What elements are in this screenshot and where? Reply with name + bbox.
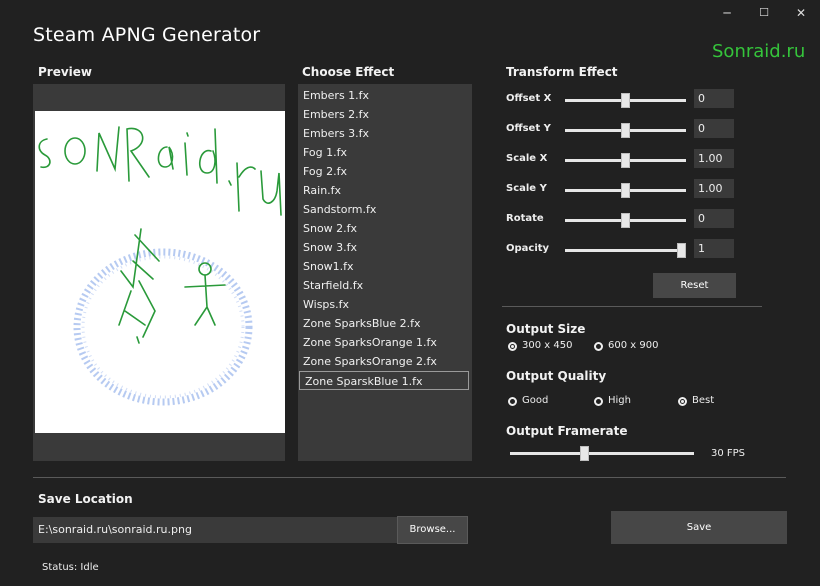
framerate-value: 30 FPS — [711, 448, 746, 459]
effect-list-item[interactable]: Starfield.fx — [298, 276, 468, 295]
transform-label: Offset X — [506, 93, 552, 104]
effect-list-item[interactable]: Rain.fx — [298, 181, 468, 200]
effects-heading: Choose Effect — [302, 65, 395, 79]
transform-value-input[interactable]: 0 — [694, 209, 734, 228]
save-button[interactable]: Save — [611, 511, 787, 544]
transform-slider-thumb[interactable] — [621, 93, 630, 108]
maximize-icon: ☐ — [759, 6, 769, 19]
effect-list-item[interactable]: Embers 3.fx — [298, 124, 468, 143]
output-quality-label[interactable]: Good — [522, 395, 548, 406]
effect-list-item[interactable]: Wisps.fx — [298, 295, 468, 314]
effect-list-item[interactable]: Zone SparksBlue 2.fx — [298, 314, 468, 333]
framerate-slider-track[interactable] — [510, 452, 694, 455]
effect-list-item[interactable]: Embers 1.fx — [298, 86, 468, 105]
output-framerate-heading: Output Framerate — [506, 424, 628, 438]
save-path-field[interactable]: E:\sonraid.ru\sonraid.ru.png — [33, 517, 398, 543]
output-size-label[interactable]: 300 x 450 — [522, 340, 572, 351]
transform-slider-thumb[interactable] — [677, 243, 686, 258]
effect-list-item[interactable]: Zone SparksOrange 1.fx — [298, 333, 468, 352]
effect-list[interactable]: Embers 1.fx Embers 2.fx Embers 3.fx Fog 1.f… — [298, 84, 472, 461]
output-quality-radio[interactable] — [508, 397, 517, 406]
browse-button[interactable]: Browse... — [397, 516, 468, 544]
preview-canvas — [35, 111, 285, 433]
output-quality-label[interactable]: High — [608, 395, 631, 406]
output-quality-heading: Output Quality — [506, 369, 607, 383]
minimize-button[interactable]: ─ — [715, 4, 739, 22]
transform-value-input[interactable]: 1.00 — [694, 179, 734, 198]
transform-value-input[interactable]: 1 — [694, 239, 734, 258]
framerate-slider-thumb[interactable] — [580, 446, 589, 461]
output-size-label[interactable]: 600 x 900 — [608, 340, 658, 351]
status-text: Status: Idle — [42, 562, 99, 573]
effect-list-item[interactable]: Fog 2.fx — [298, 162, 468, 181]
maximize-button[interactable]: ☐ — [752, 4, 776, 22]
output-quality-label[interactable]: Best — [692, 395, 714, 406]
output-size-radio[interactable] — [594, 342, 603, 351]
transform-slider-thumb[interactable] — [621, 123, 630, 138]
output-quality-radio[interactable] — [678, 397, 687, 406]
transform-value-input[interactable]: 1.00 — [694, 149, 734, 168]
transform-label: Scale X — [506, 153, 548, 164]
preview-heading: Preview — [38, 65, 93, 79]
app-title: Steam APNG Generator — [33, 24, 261, 46]
reset-button[interactable]: Reset — [653, 273, 736, 298]
effect-list-item[interactable]: Zone SparksOrange 2.fx — [298, 352, 468, 371]
transform-value-input[interactable]: 0 — [694, 89, 734, 108]
minimize-icon: ─ — [723, 6, 731, 20]
preview-drawing — [38, 126, 282, 406]
transform-label: Scale Y — [506, 183, 547, 194]
transform-heading: Transform Effect — [506, 65, 618, 79]
effect-list-item[interactable]: Fog 1.fx — [298, 143, 468, 162]
transform-slider-thumb[interactable] — [621, 183, 630, 198]
transform-slider-thumb[interactable] — [621, 213, 630, 228]
watermark-text: Sonraid.ru — [712, 41, 806, 62]
close-button[interactable]: ✕ — [789, 4, 813, 22]
transform-label: Offset Y — [506, 123, 551, 134]
effect-list-item[interactable]: Snow 2.fx — [298, 219, 468, 238]
effect-list-item[interactable]: Snow 3.fx — [298, 238, 468, 257]
output-quality-radio[interactable] — [594, 397, 603, 406]
output-size-radio[interactable] — [508, 342, 517, 351]
output-size-heading: Output Size — [506, 322, 586, 336]
close-icon: ✕ — [795, 6, 807, 20]
save-location-heading: Save Location — [38, 492, 133, 506]
effect-list-item[interactable]: Sandstorm.fx — [298, 200, 468, 219]
effect-list-item[interactable]: Snow1.fx — [298, 257, 468, 276]
transform-divider — [502, 306, 762, 307]
transform-label: Opacity — [506, 243, 550, 254]
transform-label: Rotate — [506, 213, 544, 224]
transform-slider-track[interactable] — [565, 249, 686, 252]
effect-list-item[interactable]: Zone SparskBlue 1.fx — [299, 371, 469, 390]
effect-list-item[interactable]: Embers 2.fx — [298, 105, 468, 124]
bottom-divider — [33, 477, 786, 478]
transform-slider-thumb[interactable] — [621, 153, 630, 168]
transform-value-input[interactable]: 0 — [694, 119, 734, 138]
